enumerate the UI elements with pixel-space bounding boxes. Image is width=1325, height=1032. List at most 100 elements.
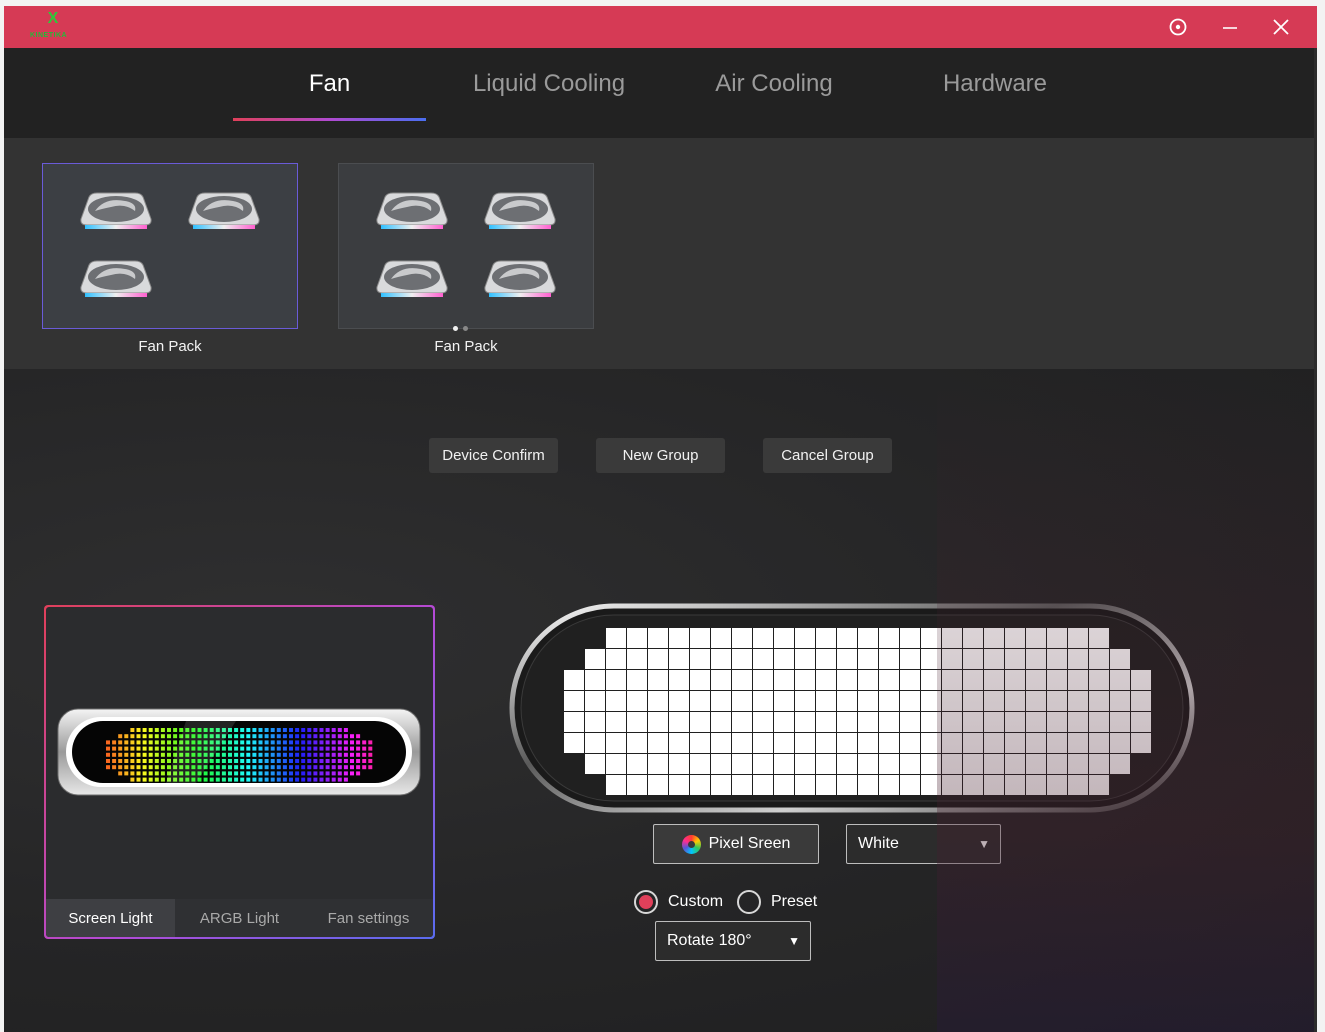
pixel-cell[interactable] (753, 670, 773, 690)
device-card-fan-pack-2[interactable] (338, 163, 594, 331)
pixel-cell[interactable] (795, 754, 815, 774)
pixel-cell[interactable] (774, 754, 794, 774)
radio-custom[interactable] (634, 890, 658, 914)
pixel-cell[interactable] (1131, 670, 1151, 690)
pixel-cell[interactable] (1089, 628, 1109, 648)
pixel-cell[interactable] (858, 649, 878, 669)
pixel-cell[interactable] (732, 775, 752, 795)
pixel-cell[interactable] (921, 733, 941, 753)
pixel-cell[interactable] (816, 628, 836, 648)
pixel-cell[interactable] (963, 775, 983, 795)
pixel-cell[interactable] (606, 628, 626, 648)
pixel-cell[interactable] (1047, 733, 1067, 753)
device-confirm-button[interactable]: Device Confirm (429, 438, 558, 473)
pixel-cell[interactable] (627, 712, 647, 732)
pixel-cell[interactable] (711, 691, 731, 711)
pixel-cell[interactable] (753, 628, 773, 648)
pixel-cell[interactable] (648, 733, 668, 753)
pixel-cell[interactable] (1047, 670, 1067, 690)
pixel-cell[interactable] (774, 670, 794, 690)
pixel-cell[interactable] (669, 670, 689, 690)
pixel-cell[interactable] (732, 733, 752, 753)
pixel-cell[interactable] (1131, 733, 1151, 753)
pixel-cell[interactable] (585, 754, 605, 774)
pixel-cell[interactable] (984, 649, 1004, 669)
pixel-cell[interactable] (879, 691, 899, 711)
pixel-cell[interactable] (648, 649, 668, 669)
pixel-cell[interactable] (837, 670, 857, 690)
pixel-cell[interactable] (1110, 649, 1130, 669)
pixel-cell[interactable] (837, 754, 857, 774)
pixel-cell[interactable] (585, 649, 605, 669)
pixel-cell[interactable] (690, 712, 710, 732)
pixel-cell[interactable] (564, 670, 584, 690)
pixel-cell[interactable] (1110, 733, 1130, 753)
close-icon[interactable] (1265, 12, 1297, 42)
pixel-cell[interactable] (1110, 691, 1130, 711)
pixel-cell[interactable] (1047, 691, 1067, 711)
pixel-cell[interactable] (711, 712, 731, 732)
color-select[interactable]: White ▼ (846, 824, 1001, 864)
pixel-cell[interactable] (627, 754, 647, 774)
pixel-cell[interactable] (1005, 691, 1025, 711)
pixel-cell[interactable] (837, 628, 857, 648)
pixel-cell[interactable] (690, 691, 710, 711)
pixel-cell[interactable] (1005, 733, 1025, 753)
pixel-cell[interactable] (1026, 712, 1046, 732)
new-group-button[interactable]: New Group (596, 438, 725, 473)
pixel-cell[interactable] (1005, 649, 1025, 669)
pixel-cell[interactable] (774, 733, 794, 753)
cancel-group-button[interactable]: Cancel Group (763, 438, 892, 473)
device-card-fan-pack-1[interactable] (42, 163, 298, 329)
pixel-cell[interactable] (774, 775, 794, 795)
pixel-cell[interactable] (837, 712, 857, 732)
pixel-cell[interactable] (942, 628, 962, 648)
pixel-cell[interactable] (606, 775, 626, 795)
subtab-argb-light[interactable]: ARGB Light (175, 899, 304, 937)
pixel-cell[interactable] (585, 712, 605, 732)
pixel-cell[interactable] (921, 691, 941, 711)
pixel-cell[interactable] (837, 775, 857, 795)
target-icon[interactable] (1162, 12, 1194, 42)
carousel-dot[interactable] (463, 326, 468, 331)
pixel-cell[interactable] (648, 712, 668, 732)
pixel-cell[interactable] (984, 775, 1004, 795)
pixel-cell[interactable] (690, 649, 710, 669)
pixel-cell[interactable] (879, 712, 899, 732)
pixel-cell[interactable] (690, 733, 710, 753)
pixel-cell[interactable] (795, 691, 815, 711)
pixel-cell[interactable] (921, 754, 941, 774)
pixel-cell[interactable] (669, 754, 689, 774)
pixel-cell[interactable] (921, 649, 941, 669)
tab-hardware[interactable]: Hardware (904, 70, 1086, 100)
pixel-cell[interactable] (1068, 775, 1088, 795)
pixel-cell[interactable] (627, 649, 647, 669)
pixel-cell[interactable] (942, 733, 962, 753)
pixel-cell[interactable] (963, 733, 983, 753)
pixel-cell[interactable] (858, 628, 878, 648)
pixel-cell[interactable] (942, 670, 962, 690)
pixel-cell[interactable] (648, 628, 668, 648)
subtab-fan-settings[interactable]: Fan settings (304, 899, 433, 937)
pixel-cell[interactable] (585, 691, 605, 711)
pixel-cell[interactable] (606, 691, 626, 711)
pixel-cell[interactable] (942, 712, 962, 732)
pixel-cell[interactable] (648, 775, 668, 795)
pixel-cell[interactable] (1026, 670, 1046, 690)
pixel-cell[interactable] (1026, 649, 1046, 669)
pixel-cell[interactable] (984, 712, 1004, 732)
pixel-cell[interactable] (984, 670, 1004, 690)
pixel-cell[interactable] (669, 628, 689, 648)
pixel-cell[interactable] (711, 628, 731, 648)
pixel-screen-button[interactable]: Pixel Sreen (653, 824, 819, 864)
pixel-cell[interactable] (669, 775, 689, 795)
pixel-cell[interactable] (1089, 775, 1109, 795)
pixel-cell[interactable] (753, 712, 773, 732)
pixel-cell[interactable] (606, 670, 626, 690)
pixel-cell[interactable] (669, 691, 689, 711)
pixel-cell[interactable] (1047, 712, 1067, 732)
pixel-cell[interactable] (963, 670, 983, 690)
pixel-cell[interactable] (648, 754, 668, 774)
pixel-cell[interactable] (816, 712, 836, 732)
pixel-cell[interactable] (753, 775, 773, 795)
